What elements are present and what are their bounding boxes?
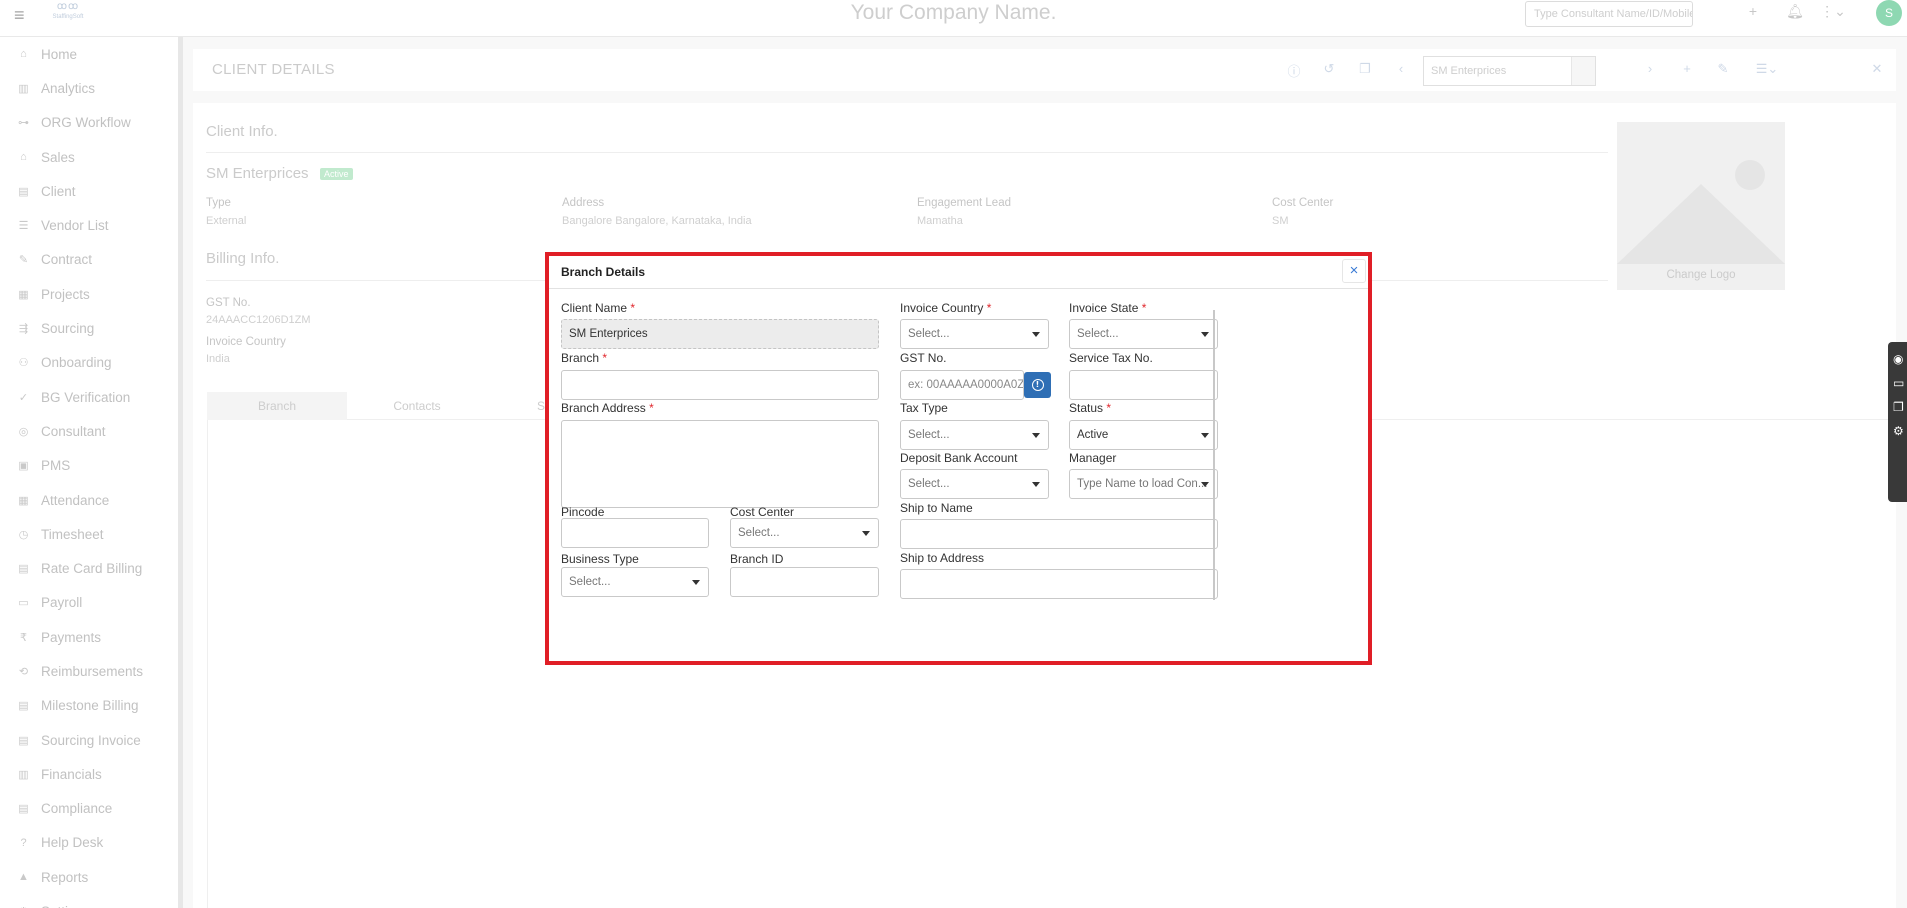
ship-to-address-input[interactable] <box>900 569 1218 599</box>
business-type-select[interactable]: Select... <box>561 567 709 597</box>
caret-down-icon <box>1201 482 1209 487</box>
invoice-country-select-value: Select... <box>908 328 950 340</box>
invoice-state-select[interactable]: Select... <box>1069 319 1218 349</box>
manager-select-value: Type Name to load Con... <box>1077 478 1208 490</box>
ship-to-name-label: Ship to Name <box>900 501 973 515</box>
close-button[interactable]: × <box>1342 259 1366 283</box>
gst-no-label: GST No. <box>900 351 947 365</box>
caret-down-icon <box>1201 433 1209 438</box>
ship-to-name-input[interactable] <box>900 519 1218 549</box>
modal-scrollbar[interactable] <box>1213 310 1215 600</box>
branch-input[interactable] <box>561 370 879 400</box>
caret-down-icon <box>1032 433 1040 438</box>
deposit-bank-select[interactable]: Select... <box>900 469 1049 499</box>
service-tax-label: Service Tax No. <box>1069 351 1153 365</box>
caret-down-icon <box>1201 332 1209 337</box>
status-label: Status * <box>1069 401 1112 415</box>
manager-select[interactable]: Type Name to load Con... <box>1069 469 1218 499</box>
status-select-value: Active <box>1077 429 1109 441</box>
tax-type-select-value: Select... <box>908 429 950 441</box>
gst-info-button[interactable]: ! <box>1024 372 1051 398</box>
caret-down-icon <box>1032 332 1040 337</box>
caret-down-icon <box>862 531 870 536</box>
invoice-country-select[interactable]: Select... <box>900 319 1049 349</box>
branch-id-input[interactable] <box>730 567 879 597</box>
invoice-country-label: Invoice Country * <box>900 301 992 315</box>
caret-down-icon <box>1032 482 1040 487</box>
business-type-select-value: Select... <box>569 576 611 588</box>
invoice-state-select-value: Select... <box>1077 328 1119 340</box>
info-icon: ! <box>1031 379 1044 392</box>
client-name-label: Client Name * <box>561 301 636 315</box>
manager-label: Manager <box>1069 451 1117 465</box>
branch-id-label: Branch ID <box>730 552 784 566</box>
cost-center-label: Cost Center <box>730 505 795 519</box>
modal-title: Branch Details <box>561 265 646 279</box>
pincode-label: Pincode <box>561 505 605 519</box>
invoice-state-label: Invoice State * <box>1069 301 1147 315</box>
branch-address-label: Branch Address * <box>561 401 654 415</box>
cost-center-select-value: Select... <box>738 527 780 539</box>
client-name-field[interactable]: SM Enterprices <box>561 319 879 349</box>
ship-to-address-label: Ship to Address <box>900 551 985 565</box>
tax-type-select[interactable]: Select... <box>900 420 1049 450</box>
gst-no-input[interactable]: ex: 00AAAAA0000A0Z0 <box>900 370 1024 400</box>
branch-details-modal: Branch Details × Client Name * SM Enterp… <box>545 252 1372 665</box>
service-tax-input[interactable] <box>1069 370 1218 400</box>
branch-address-textarea[interactable] <box>561 420 879 508</box>
branch-label: Branch * <box>561 351 608 365</box>
deposit-bank-label: Deposit Bank Account <box>900 451 1018 465</box>
tax-type-label: Tax Type <box>900 401 948 415</box>
caret-down-icon <box>692 580 700 585</box>
status-select[interactable]: Active <box>1069 420 1218 450</box>
modal-body: Client Name * SM Enterprices Branch * Br… <box>549 290 1368 661</box>
pincode-input[interactable] <box>561 518 709 548</box>
cost-center-select[interactable]: Select... <box>730 518 879 548</box>
business-type-label: Business Type <box>561 552 639 566</box>
modal-header: Branch Details × <box>549 256 1368 289</box>
deposit-bank-select-value: Select... <box>908 478 950 490</box>
